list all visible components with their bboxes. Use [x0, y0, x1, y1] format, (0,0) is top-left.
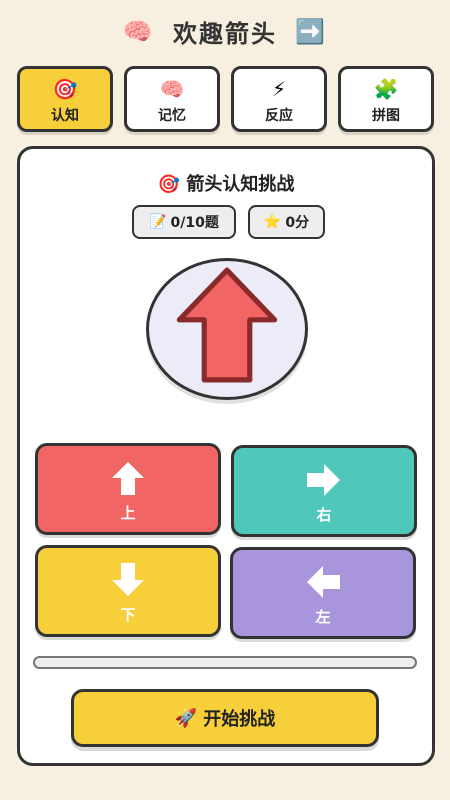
left-arrow-icon: [307, 566, 340, 598]
target-icon: 🎯: [157, 174, 181, 195]
answer-down-button[interactable]: 下: [35, 545, 221, 637]
right-arrow-icon: ➡️: [295, 17, 328, 46]
lightning-icon: ⚡: [271, 77, 287, 101]
challenge-card: 🎯 箭头认知挑战 📝 0/10题 ⭐ 0分 上 右 下 左 🚀 开始挑战: [17, 146, 435, 766]
tab-memory[interactable]: 🧠 记忆: [124, 66, 220, 132]
answer-label: 左: [315, 608, 331, 626]
brain-icon: 🧠: [122, 17, 155, 46]
tab-reaction[interactable]: ⚡ 反应: [231, 66, 327, 132]
score-text: 0分: [285, 215, 310, 231]
tab-puzzle[interactable]: 🧩 拼图: [338, 66, 434, 132]
tab-label: 反应: [265, 108, 293, 124]
brain-icon: 🧠: [159, 77, 185, 101]
tab-label: 拼图: [372, 108, 400, 124]
challenge-title: 🎯 箭头认知挑战: [20, 170, 432, 196]
question-progress-text: 0/10题: [170, 215, 219, 231]
question-progress-badge: 📝 0/10题: [132, 205, 236, 239]
challenge-title-text: 箭头认知挑战: [186, 174, 295, 195]
rocket-icon: 🚀: [174, 707, 198, 729]
target-icon: 🎯: [52, 77, 78, 101]
right-arrow-icon: [307, 464, 340, 496]
tab-label: 记忆: [158, 108, 186, 124]
start-button-label: 开始挑战: [203, 709, 276, 730]
puzzle-icon: 🧩: [373, 77, 399, 101]
answer-up-button[interactable]: 上: [35, 443, 221, 535]
up-arrow-icon: [112, 462, 144, 495]
app-title-text: 欢趣箭头: [173, 20, 277, 48]
answer-left-button[interactable]: 左: [230, 547, 416, 639]
app-title: 🧠 欢趣箭头 ➡️: [0, 14, 450, 49]
start-challenge-button[interactable]: 🚀 开始挑战: [71, 689, 379, 747]
target-arrow-display: [146, 258, 308, 400]
tab-label: 认知: [51, 108, 79, 124]
down-arrow-icon: [112, 563, 144, 596]
answer-label: 下: [120, 606, 136, 624]
answer-label: 上: [120, 504, 136, 522]
star-icon: ⭐: [263, 214, 282, 230]
answer-right-button[interactable]: 右: [231, 445, 417, 537]
answer-label: 右: [316, 506, 332, 524]
up-arrow-icon: [176, 267, 278, 383]
score-badge: ⭐ 0分: [248, 205, 325, 239]
progress-bar: [33, 656, 417, 669]
tab-cognition[interactable]: 🎯 认知: [17, 66, 113, 132]
memo-icon: 📝: [149, 214, 167, 230]
